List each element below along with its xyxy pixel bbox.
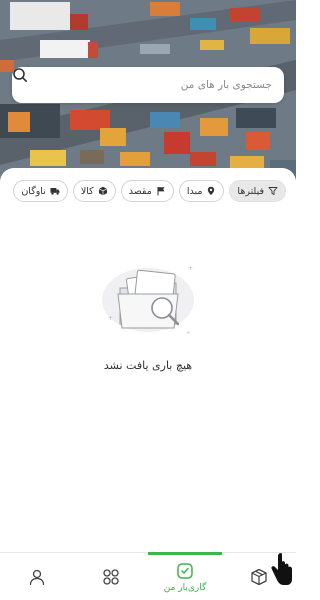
svg-text:+: + (186, 330, 190, 336)
nav-item-profile[interactable] (0, 553, 74, 600)
empty-state-message: هیچ باری یافت نشد (103, 359, 193, 372)
empty-state: + + + (0, 258, 296, 348)
filter-chip-origin[interactable]: مبدا (178, 180, 225, 202)
nav-label-my-loads: گاری‌بار من (163, 582, 207, 593)
filter-chip-label: کالا (80, 185, 94, 197)
filter-chip-label: مبدا (186, 185, 203, 197)
box-icon (98, 186, 107, 196)
filter-chip-label: ناوگان (21, 185, 46, 197)
filter-chip-goods[interactable]: کالا (72, 180, 116, 202)
hero-banner: جستجوی بار های من (0, 0, 296, 185)
hand-pointer-icon (271, 553, 292, 585)
bottom-nav: گاری‌بار من (0, 552, 296, 600)
cube-icon (251, 568, 267, 586)
map-pin-icon (208, 186, 215, 196)
truck-icon (50, 188, 60, 195)
search-icon[interactable] (12, 67, 28, 83)
grid-icon (103, 569, 119, 585)
search-bar[interactable]: جستجوی بار های من (12, 67, 284, 103)
active-tab-indicator (148, 552, 222, 555)
svg-text:+: + (108, 315, 113, 322)
svg-text:+: + (188, 265, 193, 272)
filter-chip-label: مقصد (128, 185, 152, 197)
filter-chip-label: فیلترها (237, 185, 264, 197)
empty-folder-search-icon: + + + (102, 265, 194, 336)
my-loads-icon (177, 562, 193, 579)
filter-chip-filters[interactable]: فیلترها (229, 180, 286, 202)
flag-icon (157, 187, 165, 196)
funnel-icon (268, 187, 278, 195)
nav-item-my-loads[interactable]: گاری‌بار من (148, 552, 222, 600)
search-input[interactable]: جستجوی بار های من (24, 79, 272, 91)
filter-chip-destination[interactable]: مقصد (120, 180, 174, 202)
nav-item-grid[interactable] (74, 553, 148, 600)
filter-chip-fleet[interactable]: ناوگان (13, 180, 68, 202)
user-icon (29, 569, 45, 586)
filter-chips: فیلترها مبدا مقصد کالا ناوگان (13, 180, 286, 202)
